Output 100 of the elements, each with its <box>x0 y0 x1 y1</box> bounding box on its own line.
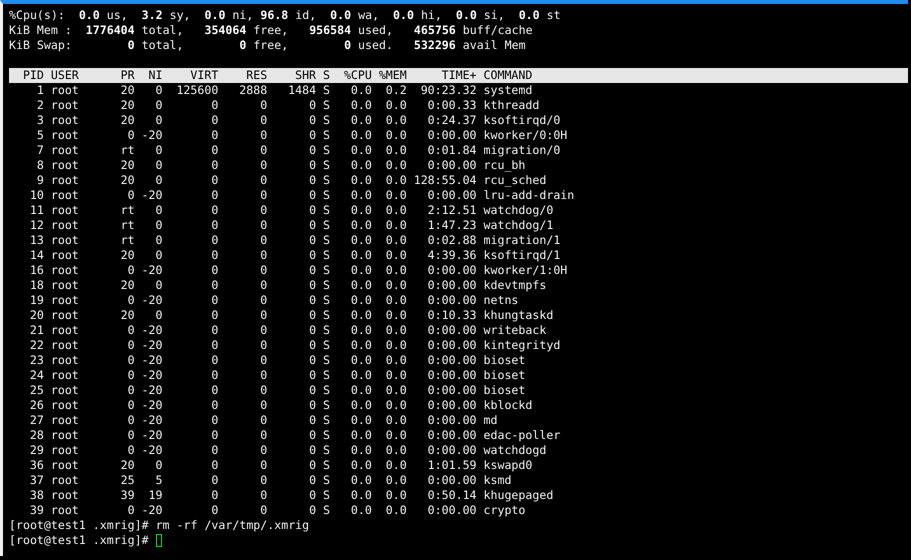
table-cell-text: 0 <box>210 323 218 338</box>
table-cell-text: 0 <box>259 203 268 218</box>
table-cell-text: 27 <box>28 413 44 428</box>
table-cell: S <box>323 188 330 203</box>
command-line: [root@test1 .xmrig]# rm -rf /var/tmp/.xmrig <box>9 518 310 533</box>
table-cell-text: bioset <box>484 368 526 383</box>
table-cell-text: -20 <box>140 353 162 368</box>
table-cell-text: 0 <box>259 143 268 158</box>
table-cell-text: 0.2 <box>384 83 407 98</box>
table-cell-text: 0 <box>154 113 162 128</box>
table-cell-text: root <box>50 368 80 383</box>
table-cell-text: 37 <box>28 473 44 488</box>
table-cell-text: -20 <box>140 428 162 443</box>
table-cell-text: kworker/0:0H <box>484 128 568 143</box>
table-cell-text: root <box>50 383 80 398</box>
table-cell-text: 0.0 <box>350 368 372 383</box>
table-cell-text: rt <box>120 143 135 158</box>
table-cell-text: 0.0 <box>350 353 372 368</box>
table-cell-text: 0.0 <box>384 203 407 218</box>
table-cell-text: 90:23.32 <box>420 83 477 98</box>
table-cell-text: 0 <box>259 233 268 248</box>
table-cell-text: 0:00.00 <box>426 338 477 353</box>
table-cell-text: 0 <box>259 278 268 293</box>
table-cell-text: khungtaskd <box>484 308 554 323</box>
table-cell-text: 22 <box>28 338 44 353</box>
table-cell-text: 0 <box>308 203 316 218</box>
table-cell-text: -20 <box>140 368 162 383</box>
table-cell: S <box>323 308 330 323</box>
table-cell-text: 20 <box>120 113 135 128</box>
table-cell: S <box>323 293 330 308</box>
table-cell-text: 0 <box>308 368 316 383</box>
table-cell-text: 28 <box>28 428 44 443</box>
table-cell-text: 0.0 <box>350 233 372 248</box>
table-cell-text: edac-poller <box>484 428 562 443</box>
table-cell-text: root <box>50 143 80 158</box>
table-cell: S <box>323 143 330 158</box>
table-cell-text: 0 <box>154 203 162 218</box>
table-cell-text: 20 <box>120 308 135 323</box>
table-cell-text: root <box>50 83 80 98</box>
table-cell: S <box>323 353 330 368</box>
table-cell-text: rt <box>120 218 135 233</box>
table-cell-text: 0 <box>154 248 162 263</box>
table-cell-text: 0.0 <box>350 488 372 503</box>
table-cell-text: 0 <box>154 278 162 293</box>
table-cell-text: kblockd <box>484 398 534 413</box>
table-cell-text: 12 <box>28 218 44 233</box>
table-cell-text: 2 <box>36 98 44 113</box>
table-cell-text: 0 <box>154 98 162 113</box>
table-cell-text: 0 <box>210 263 218 278</box>
table-cell-text: 0.0 <box>350 293 372 308</box>
table-cell-text: root <box>50 323 80 338</box>
command-line: [root@test1 .xmrig]# <box>9 533 149 548</box>
table-cell-text: 0.0 <box>384 143 407 158</box>
table-cell-text: 0:00.00 <box>426 323 477 338</box>
table-cell-text: 0 <box>308 413 316 428</box>
table-cell-text: 0.0 <box>384 293 407 308</box>
table-cell-text: 24 <box>28 368 44 383</box>
table-cell-text: 0:00.00 <box>426 293 477 308</box>
table-cell-text: 0 <box>210 428 218 443</box>
table-cell-text: 0 <box>259 308 268 323</box>
table-cell: S <box>323 113 330 128</box>
table-cell-text: 0 <box>259 368 268 383</box>
table-cell-text: 0 <box>154 308 162 323</box>
table-cell-text: root <box>50 203 80 218</box>
table-cell-text: 0:00.00 <box>426 278 477 293</box>
table-cell-text: md <box>484 413 498 428</box>
table-cell-text: root <box>50 443 80 458</box>
table-cell-text: root <box>50 98 80 113</box>
table-cell-text: 3 <box>36 113 44 128</box>
table-cell-text: 25 <box>120 473 135 488</box>
table-cell-text: 0.0 <box>350 203 372 218</box>
column-header: %CPU <box>342 68 372 83</box>
table-cell-text: 39 <box>28 503 44 518</box>
table-cell-text: 20 <box>120 83 135 98</box>
table-cell-text: 0 <box>308 173 316 188</box>
table-cell-text: 0 <box>308 263 316 278</box>
table-cell-text: 0 <box>210 458 218 473</box>
table-cell-text: root <box>50 503 80 518</box>
table-cell-text: 18 <box>28 278 44 293</box>
table-cell-text: 0:00.00 <box>426 428 477 443</box>
table-cell-text: 0:10.33 <box>426 308 477 323</box>
table-cell-text: 0.0 <box>350 338 372 353</box>
table-cell-text: 0.0 <box>350 248 372 263</box>
table-cell: S <box>323 443 330 458</box>
table-cell-text: 0 <box>154 173 162 188</box>
table-cell-text: rcu_bh <box>484 158 526 173</box>
table-cell-text: 0 <box>308 278 316 293</box>
table-cell-text: 0 <box>154 233 162 248</box>
table-cell-text: 0.0 <box>384 128 407 143</box>
table-cell-text: 0 <box>126 293 135 308</box>
table-cell-text: 0 <box>154 158 162 173</box>
table-cell-text: 0 <box>308 473 316 488</box>
table-cell-text: 0.0 <box>384 503 407 518</box>
table-cell-text: 14 <box>28 248 44 263</box>
table-cell-text: 0.0 <box>384 473 407 488</box>
table-cell-text: rt <box>120 233 135 248</box>
column-header: S <box>323 68 330 83</box>
table-cell-text: 0:00.00 <box>426 263 477 278</box>
table-cell-text: 0.0 <box>384 233 407 248</box>
table-cell-text: root <box>50 248 80 263</box>
